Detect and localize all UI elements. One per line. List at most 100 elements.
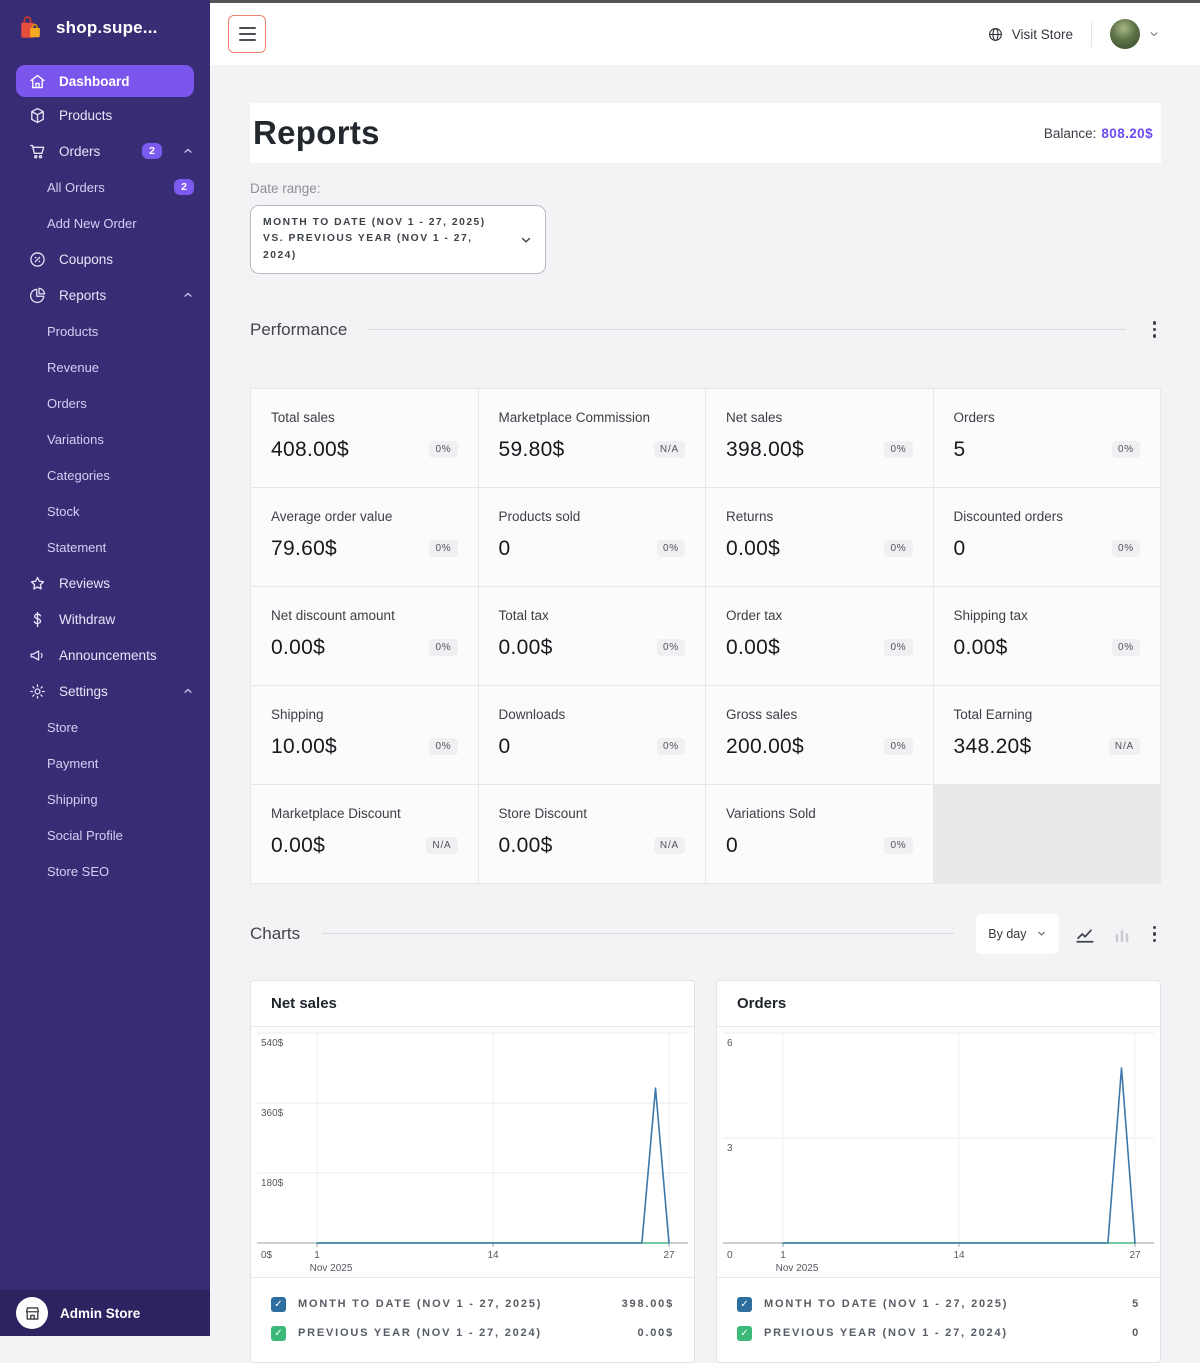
sidebar-item-reviews[interactable]: Reviews xyxy=(0,565,210,601)
metric-value: 0.00$ xyxy=(271,834,325,858)
cube-icon xyxy=(28,106,47,125)
sidebar-item-products[interactable]: Products xyxy=(0,97,210,133)
legend-row[interactable]: ✓MONTH TO DATE (NOV 1 - 27, 2025)398.00$ xyxy=(251,1290,694,1319)
performance-kebab-menu[interactable] xyxy=(1148,316,1162,343)
dollar-icon xyxy=(28,610,47,629)
metric-card: Shipping10.00$0% xyxy=(251,686,478,784)
metric-change-badge: 0% xyxy=(429,738,457,755)
sidebar-item-reports-revenue[interactable]: Revenue xyxy=(0,349,210,385)
metric-change-badge: N/A xyxy=(654,837,685,854)
metric-label: Gross sales xyxy=(726,707,913,722)
sidebar-item-settings-payment[interactable]: Payment xyxy=(0,745,210,781)
metric-label: Average order value xyxy=(271,509,458,524)
metric-change-badge: 0% xyxy=(884,837,912,854)
performance-section-header: Performance xyxy=(250,316,1161,343)
sidebar-item-label: Coupons xyxy=(59,252,113,267)
sidebar-footer[interactable]: Admin Store xyxy=(0,1290,210,1336)
metric-value: 0.00$ xyxy=(499,636,553,660)
hamburger-menu-button[interactable] xyxy=(228,15,266,53)
metric-card: Store Discount0.00$N/A xyxy=(479,785,706,883)
svg-text:360$: 360$ xyxy=(261,1108,284,1119)
sidebar-item-reports-products[interactable]: Products xyxy=(0,313,210,349)
metric-card: Returns0.00$0% xyxy=(706,488,933,586)
charts-controls: By day xyxy=(976,914,1161,954)
date-range-label: Date range: xyxy=(250,181,1161,196)
topbar: Visit Store xyxy=(210,3,1200,65)
sidebar-item-add-new-order[interactable]: Add New Order xyxy=(0,205,210,241)
line-chart-toggle-icon[interactable] xyxy=(1074,923,1096,945)
legend-row[interactable]: ✓MONTH TO DATE (NOV 1 - 27, 2025)5 xyxy=(717,1290,1160,1319)
sidebar-item-reports-variations[interactable]: Variations xyxy=(0,421,210,457)
date-range-select[interactable]: MONTH TO DATE (NOV 1 - 27, 2025) VS. PRE… xyxy=(250,205,546,274)
bar-chart-toggle-icon[interactable] xyxy=(1111,923,1133,945)
performance-title: Performance xyxy=(250,320,347,340)
gear-icon xyxy=(28,682,47,701)
legend-row[interactable]: ✓PREVIOUS YEAR (NOV 1 - 27, 2024)0 xyxy=(717,1319,1160,1348)
metric-label: Total sales xyxy=(271,410,458,425)
svg-text:Nov 2025: Nov 2025 xyxy=(310,1263,353,1274)
sidebar-item-orders[interactable]: Orders2 xyxy=(0,133,210,169)
group-by-value: By day xyxy=(988,927,1026,941)
net-sales-line-chart: 0$180$360$540$11427Nov 2025 xyxy=(251,1027,694,1277)
sidebar-item-reports[interactable]: Reports xyxy=(0,277,210,313)
sidebar-item-settings-store[interactable]: Store xyxy=(0,709,210,745)
legend-checkbox-icon[interactable]: ✓ xyxy=(737,1326,752,1341)
legend-checkbox-icon[interactable]: ✓ xyxy=(271,1297,286,1312)
sidebar-item-withdraw[interactable]: Withdraw xyxy=(0,601,210,637)
metric-value: 408.00$ xyxy=(271,438,349,462)
svg-text:0$: 0$ xyxy=(261,1250,273,1261)
sidebar-item-settings-shipping[interactable]: Shipping xyxy=(0,781,210,817)
sidebar-item-settings-social-profile[interactable]: Social Profile xyxy=(0,817,210,853)
sidebar-item-reports-orders[interactable]: Orders xyxy=(0,385,210,421)
metric-card: Variations Sold00% xyxy=(706,785,933,883)
visit-store-label: Visit Store xyxy=(1012,27,1073,42)
charts-row: Net sales0$180$360$540$11427Nov 2025✓MON… xyxy=(250,980,1161,1363)
date-range-value: MONTH TO DATE (NOV 1 - 27, 2025) VS. PRE… xyxy=(263,215,509,264)
metric-card: Downloads00% xyxy=(479,686,706,784)
page-title: Reports xyxy=(253,114,380,152)
metric-label: Products sold xyxy=(499,509,686,524)
sidebar-subitem-label: Social Profile xyxy=(47,828,123,843)
sidebar-item-coupons[interactable]: Coupons xyxy=(0,241,210,277)
user-menu[interactable] xyxy=(1110,19,1160,49)
sidebar-subitem-label: Store xyxy=(47,720,78,735)
metric-label: Marketplace Commission xyxy=(499,410,686,425)
metric-value: 59.80$ xyxy=(499,438,565,462)
sidebar-item-settings[interactable]: Settings xyxy=(0,673,210,709)
user-avatar[interactable] xyxy=(1110,19,1140,49)
sidebar-item-reports-categories[interactable]: Categories xyxy=(0,457,210,493)
visit-store-button[interactable]: Visit Store xyxy=(987,26,1073,43)
metric-value: 0 xyxy=(726,834,738,858)
content: Reports Balance:808.20$ Date range: MONT… xyxy=(210,65,1200,1363)
divider xyxy=(369,329,1125,330)
metric-value: 0.00$ xyxy=(499,834,553,858)
sidebar-subitem-label: Orders xyxy=(47,396,87,411)
legend-checkbox-icon[interactable]: ✓ xyxy=(271,1326,286,1341)
sidebar-nav: DashboardProductsOrders2All Orders2Add N… xyxy=(0,65,210,1290)
metric-card: Total Earning348.20$N/A xyxy=(934,686,1161,784)
charts-title: Charts xyxy=(250,924,300,944)
page-header: Reports Balance:808.20$ xyxy=(250,103,1161,163)
sidebar-item-all-orders[interactable]: All Orders2 xyxy=(0,169,210,205)
group-by-select[interactable]: By day xyxy=(976,914,1058,954)
sidebar-item-settings-store-seo[interactable]: Store SEO xyxy=(0,853,210,889)
metric-label: Downloads xyxy=(499,707,686,722)
sidebar-item-reports-stock[interactable]: Stock xyxy=(0,493,210,529)
sidebar-item-dashboard[interactable]: Dashboard xyxy=(16,65,194,97)
metric-change-badge: N/A xyxy=(654,441,685,458)
charts-kebab-menu[interactable] xyxy=(1148,921,1162,948)
legend-checkbox-icon[interactable]: ✓ xyxy=(737,1297,752,1312)
metric-card: Net discount amount0.00$0% xyxy=(251,587,478,685)
metric-label: Shipping tax xyxy=(954,608,1141,623)
metric-value: 0 xyxy=(499,537,511,561)
metric-change-badge: 0% xyxy=(884,441,912,458)
metric-label: Discounted orders xyxy=(954,509,1141,524)
legend-label: MONTH TO DATE (NOV 1 - 27, 2025) xyxy=(764,1298,1008,1310)
date-range-line2: VS. PREVIOUS YEAR (NOV 1 - 27, 2024) xyxy=(263,233,473,260)
sidebar-item-announcements[interactable]: Announcements xyxy=(0,637,210,673)
sidebar-item-reports-statement[interactable]: Statement xyxy=(0,529,210,565)
legend-row[interactable]: ✓PREVIOUS YEAR (NOV 1 - 27, 2024)0.00$ xyxy=(251,1319,694,1348)
svg-text:180$: 180$ xyxy=(261,1178,284,1189)
metric-label: Returns xyxy=(726,509,913,524)
svg-text:27: 27 xyxy=(663,1250,675,1261)
